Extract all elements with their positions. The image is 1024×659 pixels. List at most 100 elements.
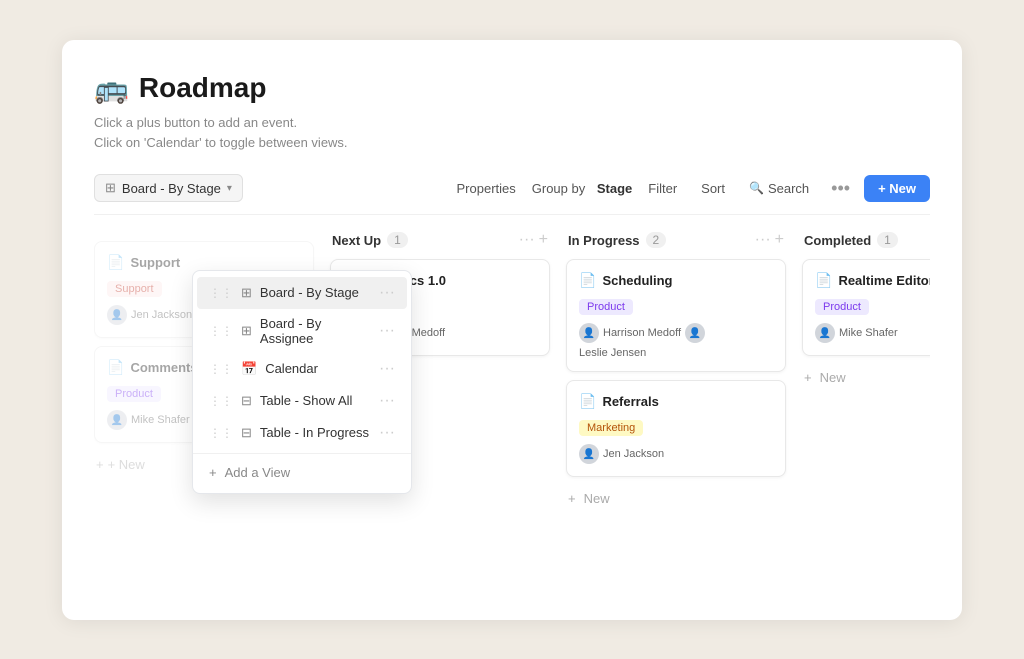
column-count-next-up: 1 — [387, 232, 408, 248]
add-view-plus-icon: + — [209, 465, 217, 480]
avatar-harrison-2: 👤 — [579, 323, 599, 343]
assignees-realtime: 👤 Mike Shafer — [815, 323, 930, 343]
column-header-completed: Completed 1 ··· + — [802, 231, 930, 249]
search-icon: 🔍 — [749, 181, 764, 195]
assignee-harrison-2: Harrison Medoff — [603, 327, 681, 339]
page-title: 🚌 Roadmap — [94, 72, 930, 105]
column-count-in-progress: 2 — [646, 232, 667, 248]
avatar-mike: 👤 — [107, 410, 127, 430]
column-add-next-up[interactable]: + — [539, 231, 548, 249]
dropdown-item-table-show-all[interactable]: ⋮⋮ ⊟ Table - Show All ··· — [197, 385, 407, 417]
dropdown-item-table-in-progress[interactable]: ⋮⋮ ⊟ Table - In Progress ··· — [197, 417, 407, 449]
calendar-icon: 📅 — [241, 361, 257, 377]
tag-marketing: Marketing — [579, 420, 643, 436]
view-grid-icon: ⊞ — [105, 180, 116, 196]
dropdown-dots-3[interactable]: ··· — [379, 360, 395, 378]
tag-product-scheduling: Product — [579, 299, 633, 315]
search-button[interactable]: 🔍 Search — [741, 176, 817, 201]
assignee-jen: Jen Jackson — [131, 309, 192, 321]
more-options-button[interactable]: ••• — [825, 176, 856, 201]
column-dots-in-progress[interactable]: ··· — [755, 231, 771, 249]
filter-button[interactable]: Filter — [640, 176, 685, 201]
page-title-text: Roadmap — [139, 72, 267, 104]
column-count-completed: 1 — [877, 232, 898, 248]
tag-support: Support — [107, 281, 162, 297]
card-doc-icon-referrals: 📄 — [579, 393, 596, 410]
board-icon-1: ⊞ — [241, 285, 252, 301]
view-selector[interactable]: ⊞ Board - By Stage ▾ — [94, 174, 243, 202]
column-title-in-progress: In Progress — [568, 233, 640, 248]
dropdown-divider — [193, 453, 411, 454]
column-actions-in-progress: ··· + — [755, 231, 784, 249]
view-dropdown: ⋮⋮ ⊞ Board - By Stage ··· ⋮⋮ ⊞ Board - B… — [192, 270, 412, 494]
table-icon-2: ⊟ — [241, 425, 252, 441]
card-referrals: 📄 Referrals Marketing 👤 Jen Jackson — [566, 380, 786, 477]
tag-product-realtime: Product — [815, 299, 869, 315]
dropdown-dots-2[interactable]: ··· — [379, 322, 395, 340]
assignee-leslie-2: Leslie Jensen — [579, 347, 646, 359]
card-title-realtime: 📄 Realtime Editor — [815, 272, 930, 289]
drag-handle-3: ⋮⋮ — [209, 362, 233, 376]
page-header: 🚌 Roadmap Click a plus button to add an … — [94, 72, 930, 155]
column-add-in-progress[interactable]: + — [775, 231, 784, 249]
column-header-in-progress: In Progress 2 ··· + — [566, 231, 786, 249]
drag-handle-1: ⋮⋮ — [209, 286, 233, 300]
page-subtitle: Click a plus button to add an event. Cli… — [94, 113, 930, 155]
tag-product-comments: Product — [107, 386, 161, 402]
dropdown-dots-1[interactable]: ··· — [379, 284, 395, 302]
card-title-scheduling: 📄 Scheduling — [579, 272, 773, 289]
dropdown-item-calendar[interactable]: ⋮⋮ 📅 Calendar ··· — [197, 353, 407, 385]
drag-handle-4: ⋮⋮ — [209, 394, 233, 408]
dropdown-dots-4[interactable]: ··· — [379, 392, 395, 410]
dropdown-label-board-stage: Board - By Stage — [260, 285, 359, 300]
drag-handle-5: ⋮⋮ — [209, 426, 233, 440]
dropdown-label-board-assignee: Board - By Assignee — [260, 316, 371, 346]
avatar-leslie-2: 👤 — [685, 323, 705, 343]
board-column-in-progress: In Progress 2 ··· + 📄 Scheduling Product… — [566, 231, 786, 512]
add-view-label: Add a View — [225, 465, 291, 480]
card-title-referrals: 📄 Referrals — [579, 393, 773, 410]
drag-handle-2: ⋮⋮ — [209, 324, 233, 338]
properties-button[interactable]: Properties — [449, 176, 524, 201]
board-column-completed: Completed 1 ··· + 📄 Realtime Editor Prod… — [802, 231, 930, 512]
assignee-jen-2: Jen Jackson — [603, 448, 664, 460]
card-doc-icon-scheduling: 📄 — [579, 272, 596, 289]
card-doc-icon-2: 📄 — [107, 359, 124, 376]
avatar-mike-2: 👤 — [815, 323, 835, 343]
app-container: 🚌 Roadmap Click a plus button to add an … — [62, 40, 962, 620]
dropdown-dots-5[interactable]: ··· — [379, 424, 395, 442]
sort-button[interactable]: Sort — [693, 176, 733, 201]
table-icon-1: ⊟ — [241, 393, 252, 409]
add-view-button[interactable]: + Add a View — [197, 458, 407, 487]
card-doc-icon-realtime: 📄 — [815, 272, 832, 289]
dropdown-item-board-by-stage[interactable]: ⋮⋮ ⊞ Board - By Stage ··· — [197, 277, 407, 309]
card-realtime-editor: 📄 Realtime Editor Product 👤 Mike Shafer — [802, 259, 930, 356]
assignee-mike: Mike Shafer — [131, 414, 190, 426]
add-new-completed[interactable]: +New — [802, 364, 930, 391]
new-button[interactable]: + New — [864, 175, 930, 202]
group-by-label: Group by Stage — [532, 181, 633, 196]
column-title-next-up: Next Up — [332, 233, 381, 248]
column-actions-next-up: ··· + — [519, 231, 548, 249]
board-icon-2: ⊞ — [241, 323, 252, 339]
dropdown-label-table-all: Table - Show All — [260, 393, 353, 408]
dropdown-label-table-progress: Table - In Progress — [260, 425, 369, 440]
page-emoji: 🚌 — [94, 72, 129, 105]
assignees-referrals: 👤 Jen Jackson — [579, 444, 773, 464]
column-header-next-up: Next Up 1 ··· + — [330, 231, 550, 249]
chevron-down-icon: ▾ — [227, 183, 232, 194]
card-doc-icon: 📄 — [107, 254, 124, 271]
avatar-jen: 👤 — [107, 305, 127, 325]
column-title-completed: Completed — [804, 233, 871, 248]
assignees-scheduling: 👤 Harrison Medoff 👤 Leslie Jensen — [579, 323, 773, 359]
assignee-mike-2: Mike Shafer — [839, 327, 898, 339]
add-new-in-progress[interactable]: +New — [566, 485, 786, 512]
dropdown-label-calendar: Calendar — [265, 361, 318, 376]
column-dots-next-up[interactable]: ··· — [519, 231, 535, 249]
dropdown-item-board-by-assignee[interactable]: ⋮⋮ ⊞ Board - By Assignee ··· — [197, 309, 407, 353]
view-selector-label: Board - By Stage — [122, 181, 221, 196]
toolbar: ⊞ Board - By Stage ▾ Properties Group by… — [94, 174, 930, 215]
avatar-jen-2: 👤 — [579, 444, 599, 464]
card-scheduling: 📄 Scheduling Product 👤 Harrison Medoff 👤… — [566, 259, 786, 372]
card-title-support: 📄 Support — [107, 254, 301, 271]
